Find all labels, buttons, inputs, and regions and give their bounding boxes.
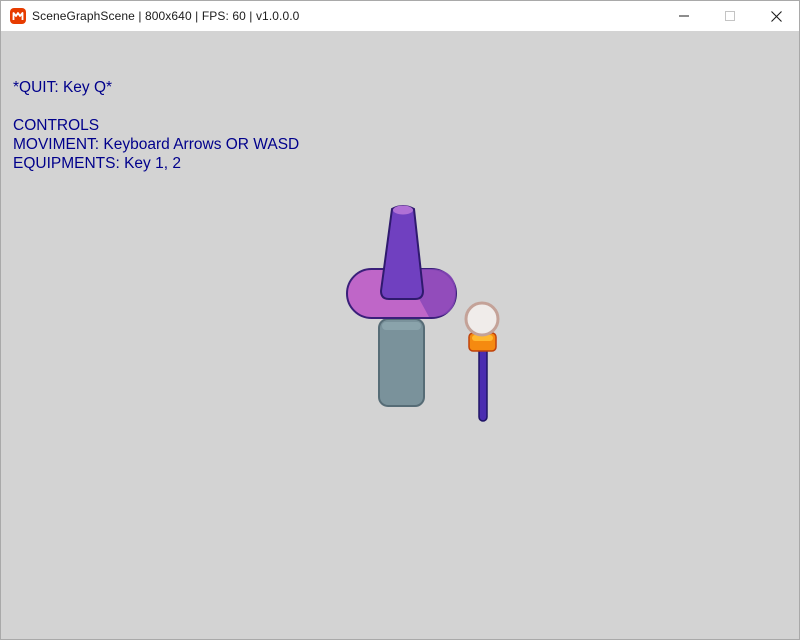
minimize-button[interactable] [661, 1, 707, 31]
monogame-app-icon [10, 8, 26, 24]
window-controls [661, 1, 799, 31]
title-bar[interactable]: SceneGraphScene | 800x640 | FPS: 60 | v1… [1, 1, 799, 31]
game-viewport[interactable]: *QUIT: Key Q* CONTROLS MOVIMENT: Keyboar… [1, 31, 799, 639]
wizard-hat [346, 205, 457, 319]
window-title: SceneGraphScene | 800x640 | FPS: 60 | v1… [32, 9, 300, 23]
game-window: SceneGraphScene | 800x640 | FPS: 60 | v1… [0, 0, 800, 640]
scene-canvas [346, 205, 500, 422]
wizard-body [378, 318, 425, 407]
staff-shaft [478, 342, 488, 422]
staff-orb [464, 301, 500, 337]
close-button[interactable] [753, 1, 799, 31]
hat-cone [379, 205, 425, 300]
close-icon [770, 10, 782, 22]
wizard-character [346, 205, 457, 407]
maximize-button[interactable] [707, 1, 753, 31]
hat-tip [393, 205, 413, 215]
wizard-staff [464, 301, 500, 422]
wizard-body-highlight [382, 322, 421, 330]
minimize-icon [679, 15, 689, 17]
maximize-icon [725, 11, 735, 21]
